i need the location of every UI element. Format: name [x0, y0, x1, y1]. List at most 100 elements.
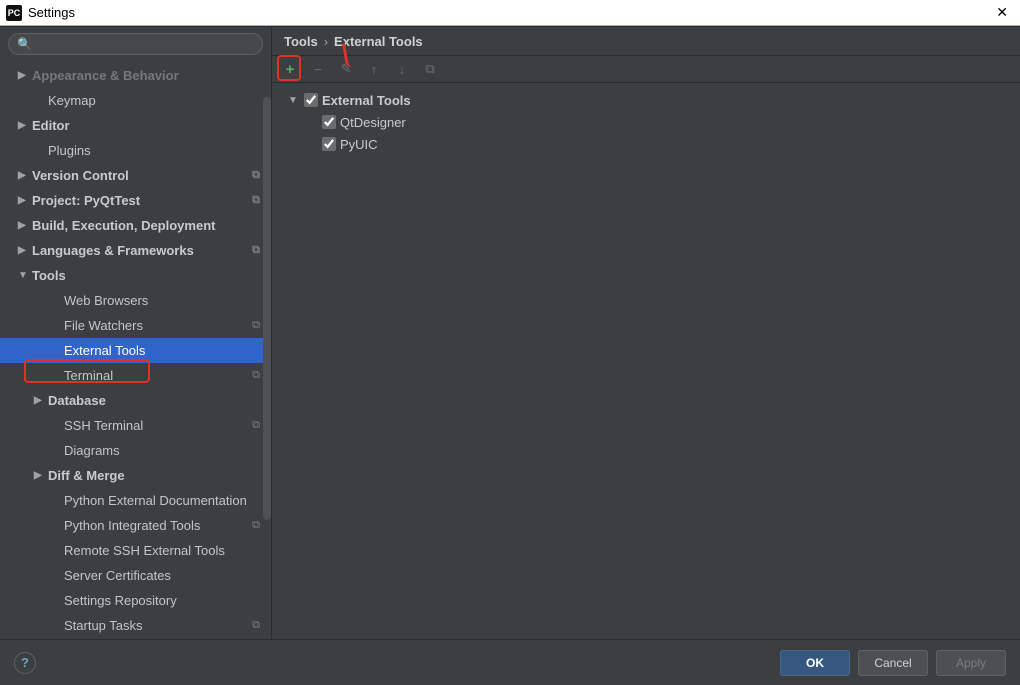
chevron-right-icon[interactable] [50, 445, 62, 456]
sidebar-item-ssh-terminal[interactable]: SSH Terminal⧉ [0, 413, 271, 438]
external-tools-root-checkbox[interactable] [304, 93, 318, 107]
project-scope-icon: ⧉ [249, 619, 263, 633]
project-scope-icon: ⧉ [249, 319, 263, 333]
move-down-button[interactable]: ↓ [392, 59, 412, 79]
sidebar-item-languages-frameworks[interactable]: ▶Languages & Frameworks⧉ [0, 238, 271, 263]
edit-button[interactable]: ✎ [336, 59, 356, 79]
chevron-right-icon[interactable] [50, 420, 62, 431]
sidebar-item-web-browsers[interactable]: Web Browsers [0, 288, 271, 313]
remove-button[interactable]: − [308, 59, 328, 79]
project-scope-icon: ⧉ [249, 519, 263, 533]
chevron-right-icon[interactable] [50, 620, 62, 631]
window-close-button[interactable]: ✕ [990, 4, 1014, 21]
sidebar-item-server-certificates[interactable]: Server Certificates [0, 563, 271, 588]
sidebar-item-file-watchers[interactable]: File Watchers ⧉ [0, 313, 271, 338]
breadcrumb: Tools › External Tools [272, 27, 1020, 55]
breadcrumb-current: External Tools [334, 34, 423, 49]
sidebar-item-label: Startup Tasks [64, 618, 143, 633]
chevron-down-icon[interactable]: ▼ [288, 95, 300, 106]
chevron-down-icon[interactable]: ▼ [18, 270, 30, 281]
sidebar-item-label: Diagrams [64, 443, 120, 458]
external-tools-root[interactable]: ▼ External Tools [280, 89, 1012, 111]
external-tool-checkbox[interactable] [322, 137, 336, 151]
sidebar-item-python-integrated-tools[interactable]: Python Integrated Tools ⧉ [0, 513, 271, 538]
chevron-right-icon[interactable] [50, 370, 62, 381]
sidebar-item-database[interactable]: ▶Database [0, 388, 271, 413]
sidebar-item-label: Python External Documentation [64, 493, 247, 508]
chevron-right-icon[interactable] [50, 345, 62, 356]
chevron-right-icon[interactable]: ▶ [18, 220, 30, 231]
help-button[interactable]: ? [14, 652, 36, 674]
move-up-button[interactable]: ↑ [364, 59, 384, 79]
chevron-right-icon[interactable]: ▶ [34, 470, 46, 481]
cancel-button[interactable]: Cancel [858, 650, 928, 676]
sidebar-item-keymap[interactable]: Keymap [0, 88, 271, 113]
sidebar-item-tools[interactable]: ▼Tools [0, 263, 271, 288]
chevron-right-icon[interactable]: ▶ [34, 395, 46, 406]
chevron-right-icon[interactable]: ▶ [18, 195, 30, 206]
sidebar-item-editor[interactable]: ▶Editor [0, 113, 271, 138]
project-scope-icon: ⧉ [249, 369, 263, 383]
sidebar-item-diagrams[interactable]: Diagrams [0, 438, 271, 463]
sidebar-item-label: Terminal [64, 368, 113, 383]
external-tool-item-qtdesigner[interactable]: QtDesigner [280, 111, 1012, 133]
external-tools-content: ▼ External Tools QtDesigner PyUIC [272, 83, 1020, 639]
sidebar-item-label: Build, Execution, Deployment [32, 218, 215, 233]
sidebar-item-project-pyqttest[interactable]: ▶Project: PyQtTest⧉ [0, 188, 271, 213]
sidebar-item-label: Tools [32, 268, 66, 283]
sidebar-item-label: Plugins [48, 143, 91, 158]
sidebar-item-diff-merge[interactable]: ▶Diff & Merge [0, 463, 271, 488]
sidebar-item-python-external-documentation[interactable]: Python External Documentation [0, 488, 271, 513]
sidebar-item-label: Database [48, 393, 106, 408]
chevron-right-icon[interactable] [50, 520, 62, 531]
sidebar-item-build-execution-deployment[interactable]: ▶Build, Execution, Deployment [0, 213, 271, 238]
chevron-right-icon[interactable] [50, 545, 62, 556]
chevron-right-icon[interactable]: ▶ [18, 170, 30, 181]
add-button[interactable]: + [280, 59, 300, 79]
chevron-right-icon[interactable] [50, 570, 62, 581]
breadcrumb-root[interactable]: Tools [284, 34, 318, 49]
sidebar-item-startup-tasks[interactable]: Startup Tasks ⧉ [0, 613, 271, 638]
sidebar-item-label: Web Browsers [64, 293, 148, 308]
sidebar-item-label: Appearance & Behavior [32, 68, 179, 83]
settings-panel: Tools › External Tools + − ✎ ↑ ↓ ⧉ ▼ Ext… [272, 27, 1020, 639]
chevron-right-icon[interactable] [50, 495, 62, 506]
sidebar-item-label: Keymap [48, 93, 96, 108]
sidebar-item-external-tools[interactable]: External Tools [0, 338, 271, 363]
sidebar-item-version-control[interactable]: ▶Version Control⧉ [0, 163, 271, 188]
search-input[interactable] [36, 37, 254, 51]
chevron-right-icon[interactable] [34, 95, 46, 106]
sidebar-item-label: Settings Repository [64, 593, 177, 608]
search-icon: 🔍 [17, 37, 32, 51]
external-tool-item-pyuic[interactable]: PyUIC [280, 133, 1012, 155]
sidebar-item-label: Diff & Merge [48, 468, 125, 483]
sidebar-item-label: Server Certificates [64, 568, 171, 583]
chevron-right-icon[interactable] [50, 320, 62, 331]
sidebar-search[interactable]: 🔍 [8, 33, 263, 55]
breadcrumb-separator: › [324, 34, 328, 49]
chevron-right-icon[interactable]: ▶ [18, 245, 30, 256]
chevron-right-icon[interactable]: ▶ [18, 120, 30, 131]
external-tools-root-label: External Tools [322, 93, 411, 108]
sidebar-item-terminal[interactable]: Terminal ⧉ [0, 363, 271, 388]
sidebar-item-label: File Watchers [64, 318, 143, 333]
chevron-right-icon[interactable] [34, 145, 46, 156]
chevron-right-icon[interactable]: ▶ [18, 70, 30, 81]
external-tool-label: PyUIC [340, 137, 378, 152]
dialog-footer: ? OK Cancel Apply [0, 639, 1020, 685]
sidebar-scrollbar-thumb[interactable] [263, 97, 271, 520]
sidebar-item-remote-ssh-external-tools[interactable]: Remote SSH External Tools [0, 538, 271, 563]
sidebar-item-label: Python Integrated Tools [64, 518, 200, 533]
sidebar-item-appearance-behavior[interactable]: ▶Appearance & Behavior [0, 63, 271, 88]
sidebar-scrollbar[interactable] [263, 97, 271, 639]
sidebar-item-settings-repository[interactable]: Settings Repository [0, 588, 271, 613]
sidebar-item-label: Languages & Frameworks [32, 243, 194, 258]
sidebar-item-plugins[interactable]: Plugins [0, 138, 271, 163]
external-tool-checkbox[interactable] [322, 115, 336, 129]
sidebar-item-label: Version Control [32, 168, 129, 183]
apply-button[interactable]: Apply [936, 650, 1006, 676]
copy-button[interactable]: ⧉ [420, 59, 440, 79]
chevron-right-icon[interactable] [50, 595, 62, 606]
chevron-right-icon[interactable] [50, 295, 62, 306]
ok-button[interactable]: OK [780, 650, 850, 676]
